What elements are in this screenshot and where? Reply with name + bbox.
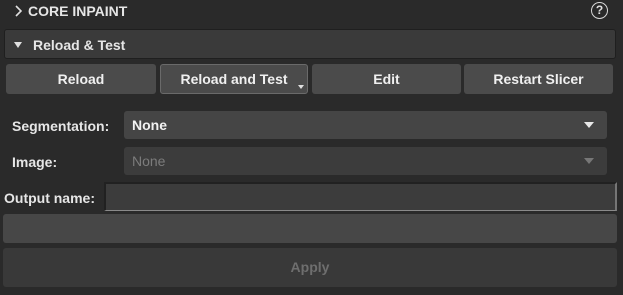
- progress-bar: [3, 214, 617, 243]
- image-value: None: [132, 153, 166, 169]
- chevron-down-icon: [584, 158, 594, 164]
- reload-button[interactable]: Reload: [6, 64, 156, 94]
- section-title: CORE INPAINT: [28, 3, 128, 19]
- output-name-input[interactable]: [104, 182, 617, 211]
- caret-down-icon: [14, 42, 22, 48]
- apply-button[interactable]: Apply: [3, 248, 617, 287]
- reload-and-test-button[interactable]: Reload and Test: [160, 64, 308, 94]
- help-icon[interactable]: ?: [591, 2, 608, 19]
- image-select[interactable]: None: [124, 147, 607, 175]
- reload-and-test-label: Reload and Test: [180, 71, 288, 87]
- edit-button[interactable]: Edit: [312, 64, 461, 94]
- collapsible-label: Reload & Test: [33, 37, 126, 53]
- chevron-right-icon: [15, 5, 22, 17]
- segmentation-select[interactable]: None: [124, 111, 607, 139]
- core-inpaint-header[interactable]: CORE INPAINT ?: [0, 0, 623, 23]
- dropdown-arrow-icon[interactable]: [298, 85, 304, 89]
- segmentation-value: None: [132, 117, 167, 133]
- restart-slicer-button[interactable]: Restart Slicer: [464, 64, 613, 94]
- image-label: Image:: [12, 154, 58, 170]
- output-name-label: Output name:: [4, 190, 95, 206]
- chevron-down-icon: [584, 122, 594, 128]
- segmentation-label: Segmentation:: [12, 118, 110, 134]
